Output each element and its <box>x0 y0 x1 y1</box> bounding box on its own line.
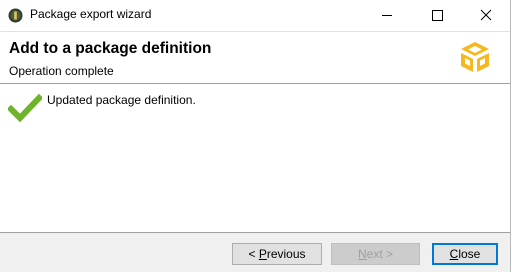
window-title: Package export wizard <box>30 7 152 21</box>
checkmark-icon <box>8 94 42 122</box>
close-icon <box>480 9 492 21</box>
wizard-header: Add to a package definition Operation co… <box>0 31 510 84</box>
wizard-window: Package export wizard Add to a package d… <box>0 0 511 272</box>
previous-mnemonic: P <box>258 247 267 261</box>
close-button[interactable]: Close <box>432 243 498 265</box>
package-box-icon <box>461 42 489 72</box>
minimize-icon <box>382 15 392 16</box>
close-label-rest: lose <box>458 247 481 261</box>
close-window-button[interactable] <box>463 0 509 31</box>
previous-prefix: < <box>248 247 259 261</box>
previous-label-rest: revious <box>266 247 306 261</box>
maximize-icon <box>432 10 443 21</box>
app-icon <box>8 8 23 23</box>
next-mnemonic: N <box>357 247 367 261</box>
maximize-button[interactable] <box>414 0 460 31</box>
next-button[interactable]: Next > <box>331 243 420 265</box>
next-label-rest: ext > <box>366 247 394 261</box>
button-bar: < Previous Next > Close <box>0 232 510 272</box>
page-title: Add to a package definition <box>9 40 212 57</box>
minimize-button[interactable] <box>364 0 410 31</box>
page-subtitle: Operation complete <box>9 64 114 78</box>
wizard-content: Updated package definition. <box>0 84 510 232</box>
status-message: Updated package definition. <box>47 93 196 107</box>
title-bar[interactable]: Package export wizard <box>0 0 510 31</box>
previous-button[interactable]: < Previous <box>232 243 322 265</box>
